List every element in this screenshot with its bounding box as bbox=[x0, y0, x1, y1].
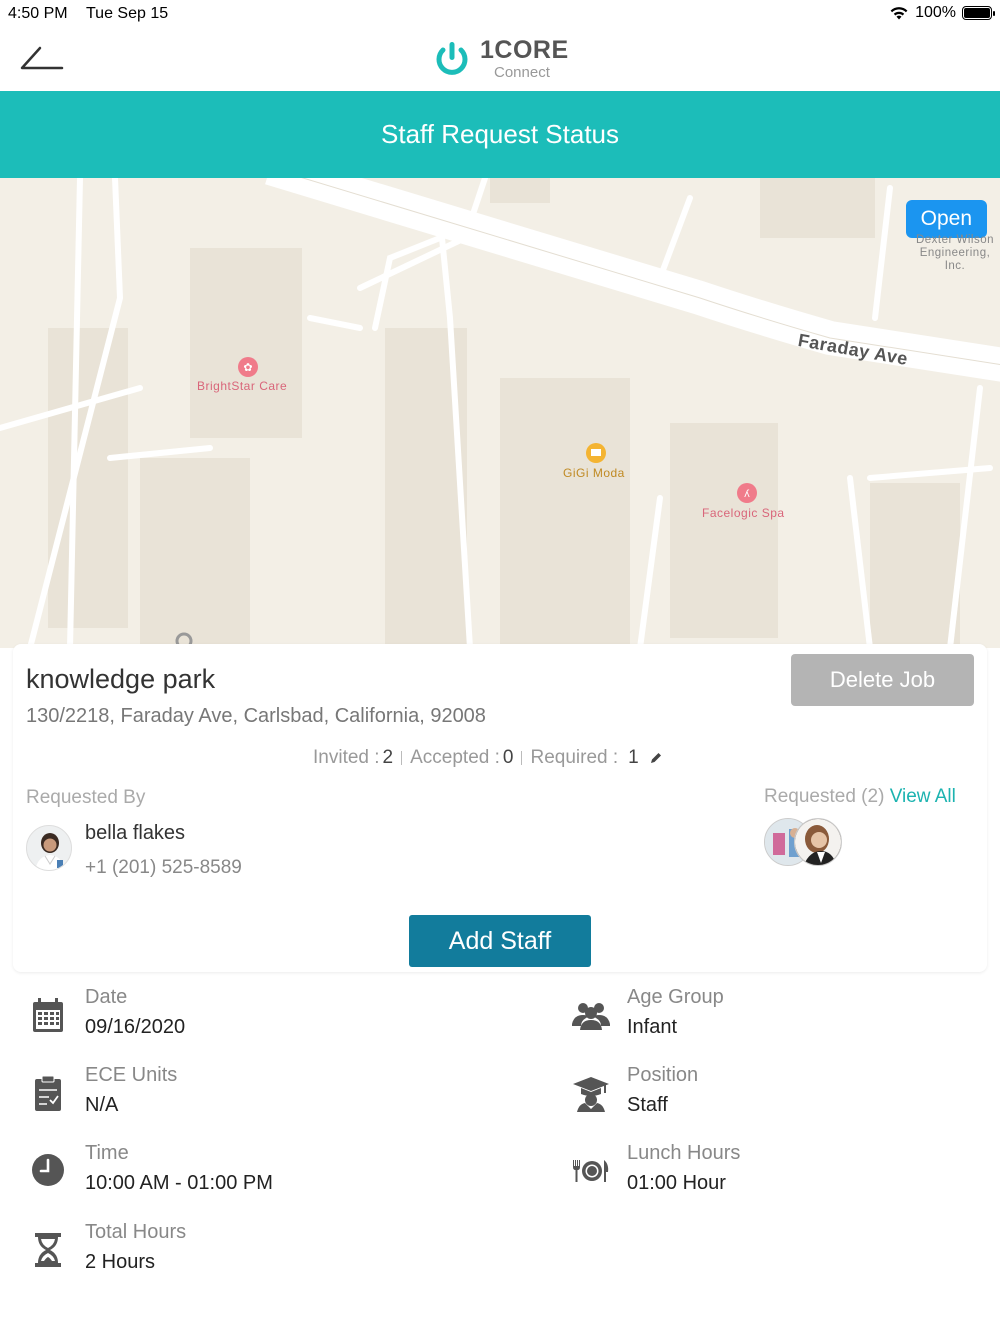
detail-label: Total Hours bbox=[85, 1221, 187, 1243]
clipboard-check-icon bbox=[35, 1075, 61, 1111]
location-map[interactable]: ✿ ʎ Open BrightStar Care GiGi Moda Facel… bbox=[0, 178, 1000, 648]
required-count: 1 bbox=[628, 747, 639, 768]
detail-value: N/A bbox=[85, 1094, 119, 1116]
poi-label[interactable]: Facelogic Spa bbox=[702, 506, 785, 520]
group-people-icon bbox=[572, 1003, 610, 1030]
status-right: 100% bbox=[889, 4, 995, 22]
divider bbox=[401, 751, 403, 765]
job-details: Date 09/16/2020 Age Group Infant ECE Uni… bbox=[13, 976, 987, 1296]
invited-count: 2 bbox=[382, 747, 394, 768]
job-title: knowledge park bbox=[26, 664, 216, 694]
poi-label[interactable]: BrightStar Care bbox=[197, 379, 287, 393]
detail-value: 01:00 Hour bbox=[627, 1172, 726, 1194]
requester-avatar[interactable] bbox=[26, 825, 72, 871]
detail-label: Position bbox=[627, 1064, 699, 1086]
svg-text:✿: ✿ bbox=[243, 361, 252, 374]
staff-counts: Invited : 2 Accepted : 0 Required : 1 bbox=[313, 747, 663, 769]
battery-icon bbox=[962, 6, 995, 20]
requested-count-label: Requested (2) View All bbox=[764, 786, 956, 808]
detail-label: Date bbox=[85, 986, 128, 1008]
requester-phone[interactable]: +1 (201) 525-8589 bbox=[85, 857, 242, 879]
detail-value: Infant bbox=[627, 1016, 678, 1038]
detail-label: Lunch Hours bbox=[627, 1142, 741, 1164]
job-card: knowledge park 130/2218, Faraday Ave, Ca… bbox=[13, 644, 987, 972]
requested-by-label: Requested By bbox=[26, 787, 146, 808]
staff-avatar[interactable] bbox=[794, 818, 842, 866]
bottom-spacer bbox=[0, 1296, 1000, 1333]
invited-label: Invited : bbox=[313, 747, 380, 768]
accepted-count: 0 bbox=[502, 747, 514, 768]
logo-main-text: 1CORE bbox=[480, 36, 569, 64]
page-title: Staff Request Status bbox=[381, 119, 619, 149]
back-arrow-icon bbox=[20, 46, 64, 70]
logo-sub-text: Connect bbox=[494, 64, 550, 81]
graduate-icon bbox=[573, 1077, 609, 1112]
detail-value: 09/16/2020 bbox=[85, 1016, 186, 1038]
requester-name: bella flakes bbox=[85, 822, 186, 844]
requested-text: Requested (2) bbox=[764, 786, 885, 807]
page-title-band: Staff Request Status bbox=[0, 91, 1000, 178]
app-logo: 1CORE Connect bbox=[432, 36, 569, 82]
staff-request-status-screen: 4:50 PM Tue Sep 15 100% 1CORE Connect St… bbox=[0, 0, 1000, 1333]
power-logo-icon bbox=[436, 42, 468, 75]
back-button[interactable] bbox=[18, 44, 66, 76]
nav-bar: 1CORE Connect bbox=[0, 28, 1000, 91]
svg-text:ʎ: ʎ bbox=[744, 489, 750, 500]
clock-icon bbox=[32, 1154, 64, 1186]
detail-label: Age Group bbox=[627, 986, 724, 1008]
status-bar: 4:50 PM Tue Sep 15 100% bbox=[0, 0, 1000, 28]
hourglass-icon bbox=[35, 1233, 61, 1267]
status-date: Tue Sep 15 bbox=[86, 5, 169, 22]
required-label: Required : bbox=[530, 747, 619, 768]
accepted-label: Accepted : bbox=[410, 747, 500, 768]
battery-percent: 100% bbox=[915, 4, 956, 21]
poi-label[interactable]: GiGi Moda bbox=[563, 466, 625, 480]
detail-value: 10:00 AM - 01:00 PM bbox=[85, 1172, 273, 1194]
logo-text: 1CORE Connect bbox=[480, 36, 569, 81]
divider bbox=[521, 751, 523, 765]
detail-value: Staff bbox=[627, 1094, 668, 1116]
map-roads: ✿ ʎ bbox=[0, 178, 1000, 648]
dining-plate-icon bbox=[573, 1160, 609, 1182]
edit-pencil-icon[interactable] bbox=[649, 751, 663, 765]
open-map-button[interactable]: Open bbox=[905, 200, 987, 238]
add-staff-button[interactable]: Add Staff bbox=[409, 915, 591, 967]
wifi-icon bbox=[890, 7, 908, 20]
detail-label: ECE Units bbox=[85, 1064, 178, 1086]
view-all-link[interactable]: View All bbox=[890, 786, 956, 807]
detail-label: Time bbox=[85, 1142, 129, 1164]
requested-staff-avatars[interactable] bbox=[764, 818, 844, 868]
poi-label[interactable]: Dexter Wilson Engineering, Inc. bbox=[910, 234, 1000, 273]
job-address: 130/2218, Faraday Ave, Carlsbad, Califor… bbox=[26, 705, 486, 727]
calendar-icon bbox=[33, 998, 63, 1032]
status-time: 4:50 PM bbox=[8, 5, 68, 22]
delete-job-button[interactable]: Delete Job bbox=[791, 654, 974, 706]
detail-value: 2 Hours bbox=[85, 1251, 156, 1273]
